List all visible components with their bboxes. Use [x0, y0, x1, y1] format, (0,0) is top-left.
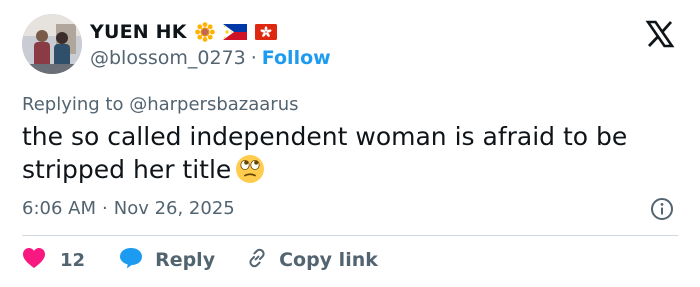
author-handle[interactable]: @blossom_0273: [90, 47, 246, 69]
heart-icon: [22, 247, 46, 273]
tweet-time: 6:06 AM: [22, 198, 96, 219]
replying-to-line: Replying to @harpersbazaarus: [22, 94, 299, 115]
author-handle-row: @blossom_0273 · Follow: [90, 47, 331, 69]
tweet-date: Nov 26, 2025: [113, 198, 235, 219]
reply-button[interactable]: Reply: [119, 247, 215, 273]
rolling-eyes-emoji-icon: [235, 154, 265, 192]
replying-to-mention[interactable]: @harpersbazaarus: [129, 94, 298, 115]
link-icon: [245, 246, 269, 274]
hong-kong-flag-emoji-icon: [254, 24, 277, 40]
copy-link-label: Copy link: [279, 249, 378, 271]
tweet-body: the so called independent woman is afrai…: [22, 120, 662, 192]
reply-label: Reply: [155, 249, 216, 271]
timestamp-separator: ·: [102, 198, 108, 219]
like-count: 12: [60, 249, 86, 271]
replying-to-prefix: Replying to: [22, 94, 124, 115]
tweet-actions: 12 Reply Copy link: [22, 246, 378, 274]
author-name-row: YUEN HK: [90, 19, 277, 45]
tweet-embed-card: YUEN HK @blossom_0273 · Follow Replying …: [0, 0, 700, 287]
philippines-flag-emoji-icon: [222, 24, 247, 40]
divider: [22, 235, 678, 236]
follow-button[interactable]: Follow: [262, 47, 331, 69]
handle-separator: ·: [250, 47, 257, 69]
x-logo-icon[interactable]: [645, 19, 675, 49]
tweet-text: the so called independent woman is afrai…: [22, 122, 628, 184]
author-display-name[interactable]: YUEN HK: [90, 21, 187, 43]
copy-link-button[interactable]: Copy link: [245, 246, 378, 274]
avatar[interactable]: [22, 14, 82, 74]
reply-bubble-icon: [119, 247, 143, 273]
sunflower-emoji-icon: [194, 22, 215, 42]
like-button[interactable]: 12: [22, 247, 85, 273]
tweet-timestamp[interactable]: 6:06 AM · Nov 26, 2025: [22, 198, 235, 219]
info-icon[interactable]: [650, 197, 674, 221]
